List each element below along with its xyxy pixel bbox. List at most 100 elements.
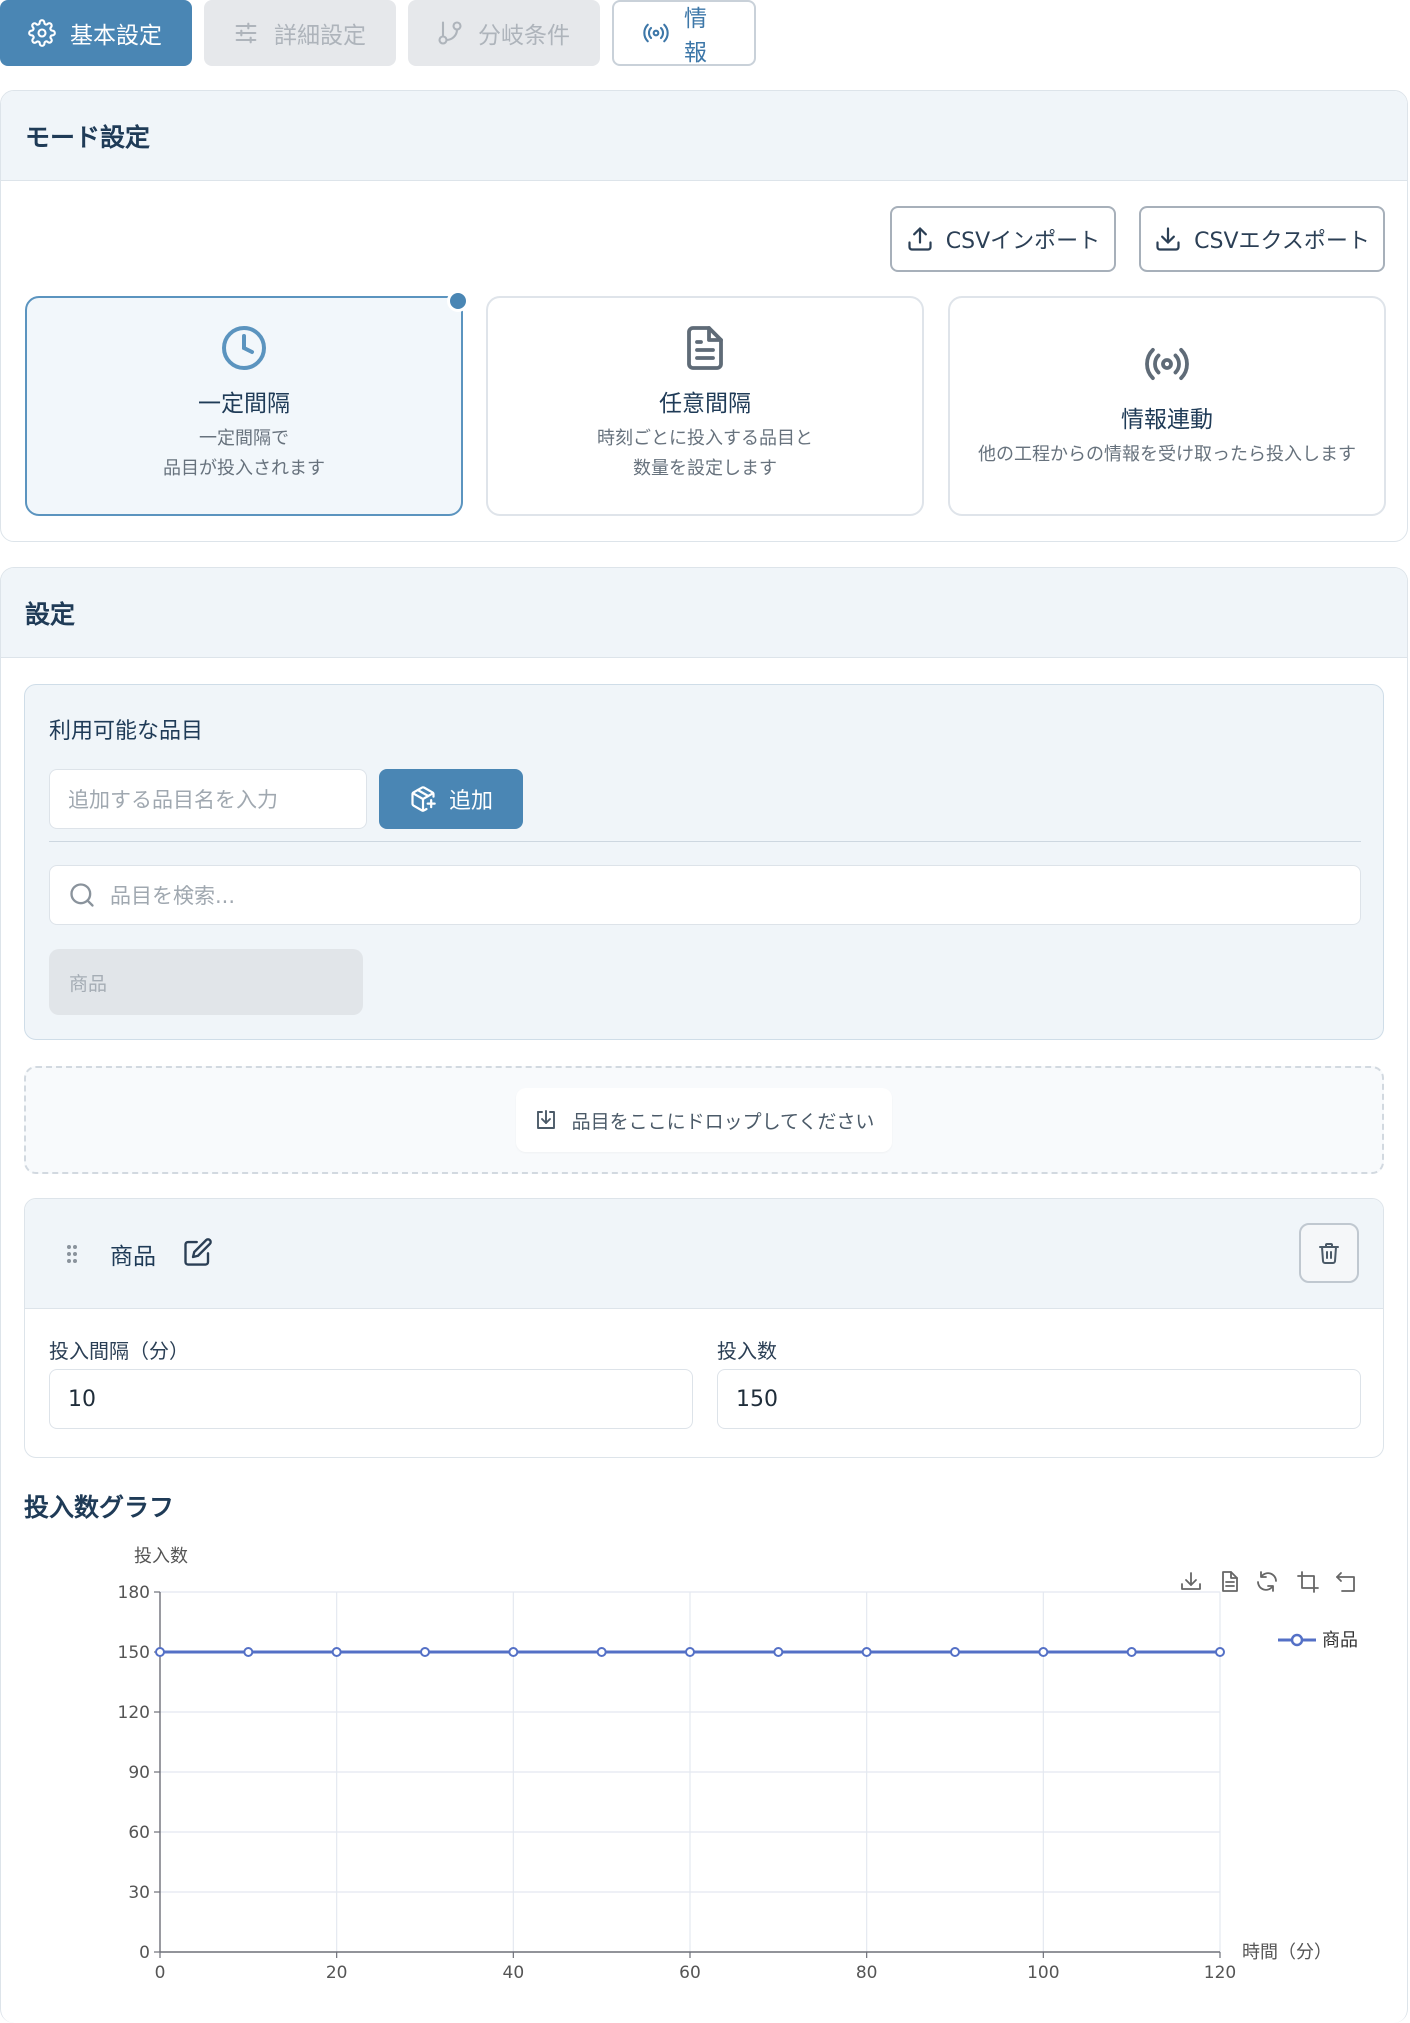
mode-card-info-linked[interactable]: 情報連動 他の工程からの情報を受け取ったら投入します <box>948 296 1386 516</box>
data-point <box>1126 1647 1137 1657</box>
csv-import-button[interactable]: CSVインポート <box>890 206 1116 272</box>
mode-description: 時刻ごとに投入する品目と 数量を設定します <box>488 424 922 484</box>
mode-desc-line: 時刻ごとに投入する品目と <box>597 428 813 449</box>
search-icon <box>68 881 110 909</box>
data-point <box>1215 1647 1225 1657</box>
chart-title: 投入数グラフ <box>24 1493 175 1522</box>
tab-branch-conditions[interactable]: 分岐条件 <box>408 0 600 66</box>
selected-indicator <box>447 290 469 312</box>
item-name: 商品 <box>110 1244 156 1270</box>
y-tick-label: 180 <box>118 1583 150 1603</box>
chart-grid <box>160 1591 1221 1952</box>
save-image-icon[interactable] <box>1181 1572 1201 1590</box>
mode-description: 他の工程からの情報を受け取ったら投入します <box>950 440 1384 470</box>
x-tick-label: 100 <box>1027 1963 1059 1983</box>
mode-desc-line: 品目が投入されます <box>163 458 325 479</box>
data-point <box>1038 1647 1049 1657</box>
add-button-label: 追加 <box>448 789 493 814</box>
y-tick-label: 120 <box>118 1703 150 1723</box>
inbox-download-icon <box>534 1108 572 1132</box>
data-point <box>685 1647 695 1657</box>
tab-label: 詳細設定 <box>274 23 366 49</box>
divider <box>49 841 1361 842</box>
data-point <box>155 1647 165 1657</box>
drop-hint: 品目をここにドロップしてください <box>515 1088 893 1152</box>
x-tick-label: 0 <box>155 1963 166 1983</box>
x-tick-label: 120 <box>1204 1963 1236 1983</box>
add-item-placeholder: 追加する品目名を入力 <box>68 788 278 812</box>
csv-import-label: CSVインポート <box>945 229 1101 254</box>
x-tick-label: 20 <box>326 1963 348 1983</box>
zoom-reset-icon[interactable] <box>1336 1572 1355 1592</box>
x-tick-label: 60 <box>679 1963 701 1983</box>
tab-detail-settings[interactable]: 詳細設定 <box>204 0 396 66</box>
radio-icon <box>642 19 670 47</box>
mode-description: 一定間隔で 品目が投入されます <box>27 424 461 484</box>
panel-title: モード設定 <box>1 91 1407 181</box>
tab-basic-settings[interactable]: 基本設定 <box>0 0 192 66</box>
package-plus-icon <box>409 785 449 813</box>
mode-title: 情報連動 <box>1121 407 1213 433</box>
y-tick-label: 150 <box>118 1643 150 1663</box>
mode-card-fixed-interval[interactable]: 一定間隔 一定間隔で 品目が投入されます <box>25 290 469 516</box>
available-items-label: 利用可能な品目 <box>49 719 204 744</box>
document-icon <box>488 324 922 372</box>
add-item-input[interactable]: 追加する品目名を入力 <box>49 769 367 829</box>
available-items-box: 利用可能な品目 追加する品目名を入力 追加 品目を検索... 商品 <box>24 684 1384 1040</box>
gear-icon <box>28 19 56 47</box>
chart-legend[interactable]: 商品 <box>1278 1630 1358 1651</box>
clock-icon <box>27 324 461 372</box>
csv-export-label: CSVエクスポート <box>1194 229 1370 254</box>
git-branch-icon <box>436 19 464 47</box>
restore-icon[interactable] <box>1257 1571 1277 1592</box>
panel-title: 設定 <box>1 568 1407 658</box>
interval-label: 投入間隔（分） <box>49 1339 189 1363</box>
tab-label: 分岐条件 <box>478 23 570 49</box>
data-point <box>950 1647 960 1657</box>
y-tick-label: 60 <box>128 1823 150 1843</box>
drag-handle-icon[interactable] <box>65 1243 79 1269</box>
available-item-chip[interactable]: 商品 <box>49 949 363 1015</box>
y-tick-label: 0 <box>139 1943 150 1963</box>
tab-label: 基本設定 <box>70 23 162 49</box>
legend-label: 商品 <box>1322 1630 1358 1651</box>
item-card: 商品 投入間隔（分） 10 投入数 150 <box>24 1198 1384 1458</box>
x-tick-label: 40 <box>503 1963 525 1983</box>
chip-label: 商品 <box>69 972 108 995</box>
sliders-icon <box>232 19 260 47</box>
drop-zone[interactable]: 品目をここにドロップしてください <box>24 1066 1384 1174</box>
radio-icon <box>950 340 1384 388</box>
data-view-icon[interactable] <box>1222 1571 1238 1592</box>
legend-marker <box>1290 1633 1304 1647</box>
mode-title: 一定間隔 <box>198 391 290 417</box>
count-value: 150 <box>736 1386 778 1412</box>
chart-axes: 0 30 60 90 120 150 180 0 20 40 60 80 100 120 <box>118 1583 1237 1983</box>
y-tick-label: 30 <box>128 1883 150 1903</box>
tab-label: 情報 <box>684 6 707 66</box>
data-point <box>508 1647 519 1657</box>
y-tick-label: 90 <box>128 1763 150 1783</box>
data-point <box>420 1647 430 1657</box>
data-point <box>243 1647 254 1657</box>
delete-item-button[interactable] <box>1299 1223 1359 1283</box>
item-card-header: 商品 <box>25 1199 1383 1309</box>
mode-card-custom-interval[interactable]: 任意間隔 時刻ごとに投入する品目と 数量を設定します <box>486 296 924 516</box>
zoom-icon[interactable] <box>1297 1571 1319 1593</box>
edit-icon[interactable] <box>183 1237 213 1271</box>
mode-title: 任意間隔 <box>659 391 751 417</box>
interval-input[interactable]: 10 <box>49 1369 693 1429</box>
tab-info[interactable]: 情報 <box>612 0 756 66</box>
search-placeholder: 品目を検索... <box>110 884 236 908</box>
mode-desc-line: 数量を設定します <box>633 458 777 479</box>
drop-text: 品目をここにドロップしてください <box>571 1110 875 1133</box>
search-input[interactable]: 品目を検索... <box>49 865 1361 925</box>
y-axis-label: 投入数 <box>134 1546 188 1567</box>
tab-bar: 基本設定 詳細設定 分岐条件 情報 <box>0 0 756 66</box>
input-count-chart: 0 30 60 90 120 150 180 0 20 40 60 80 100 120 投入数 時間（分… <box>118 1546 1358 1983</box>
x-tick-label: 80 <box>856 1963 878 1983</box>
add-item-button[interactable]: 追加 <box>379 769 523 829</box>
data-point <box>861 1647 872 1657</box>
csv-export-button[interactable]: CSVエクスポート <box>1139 206 1385 272</box>
count-input[interactable]: 150 <box>717 1369 1361 1429</box>
data-point <box>331 1647 342 1657</box>
